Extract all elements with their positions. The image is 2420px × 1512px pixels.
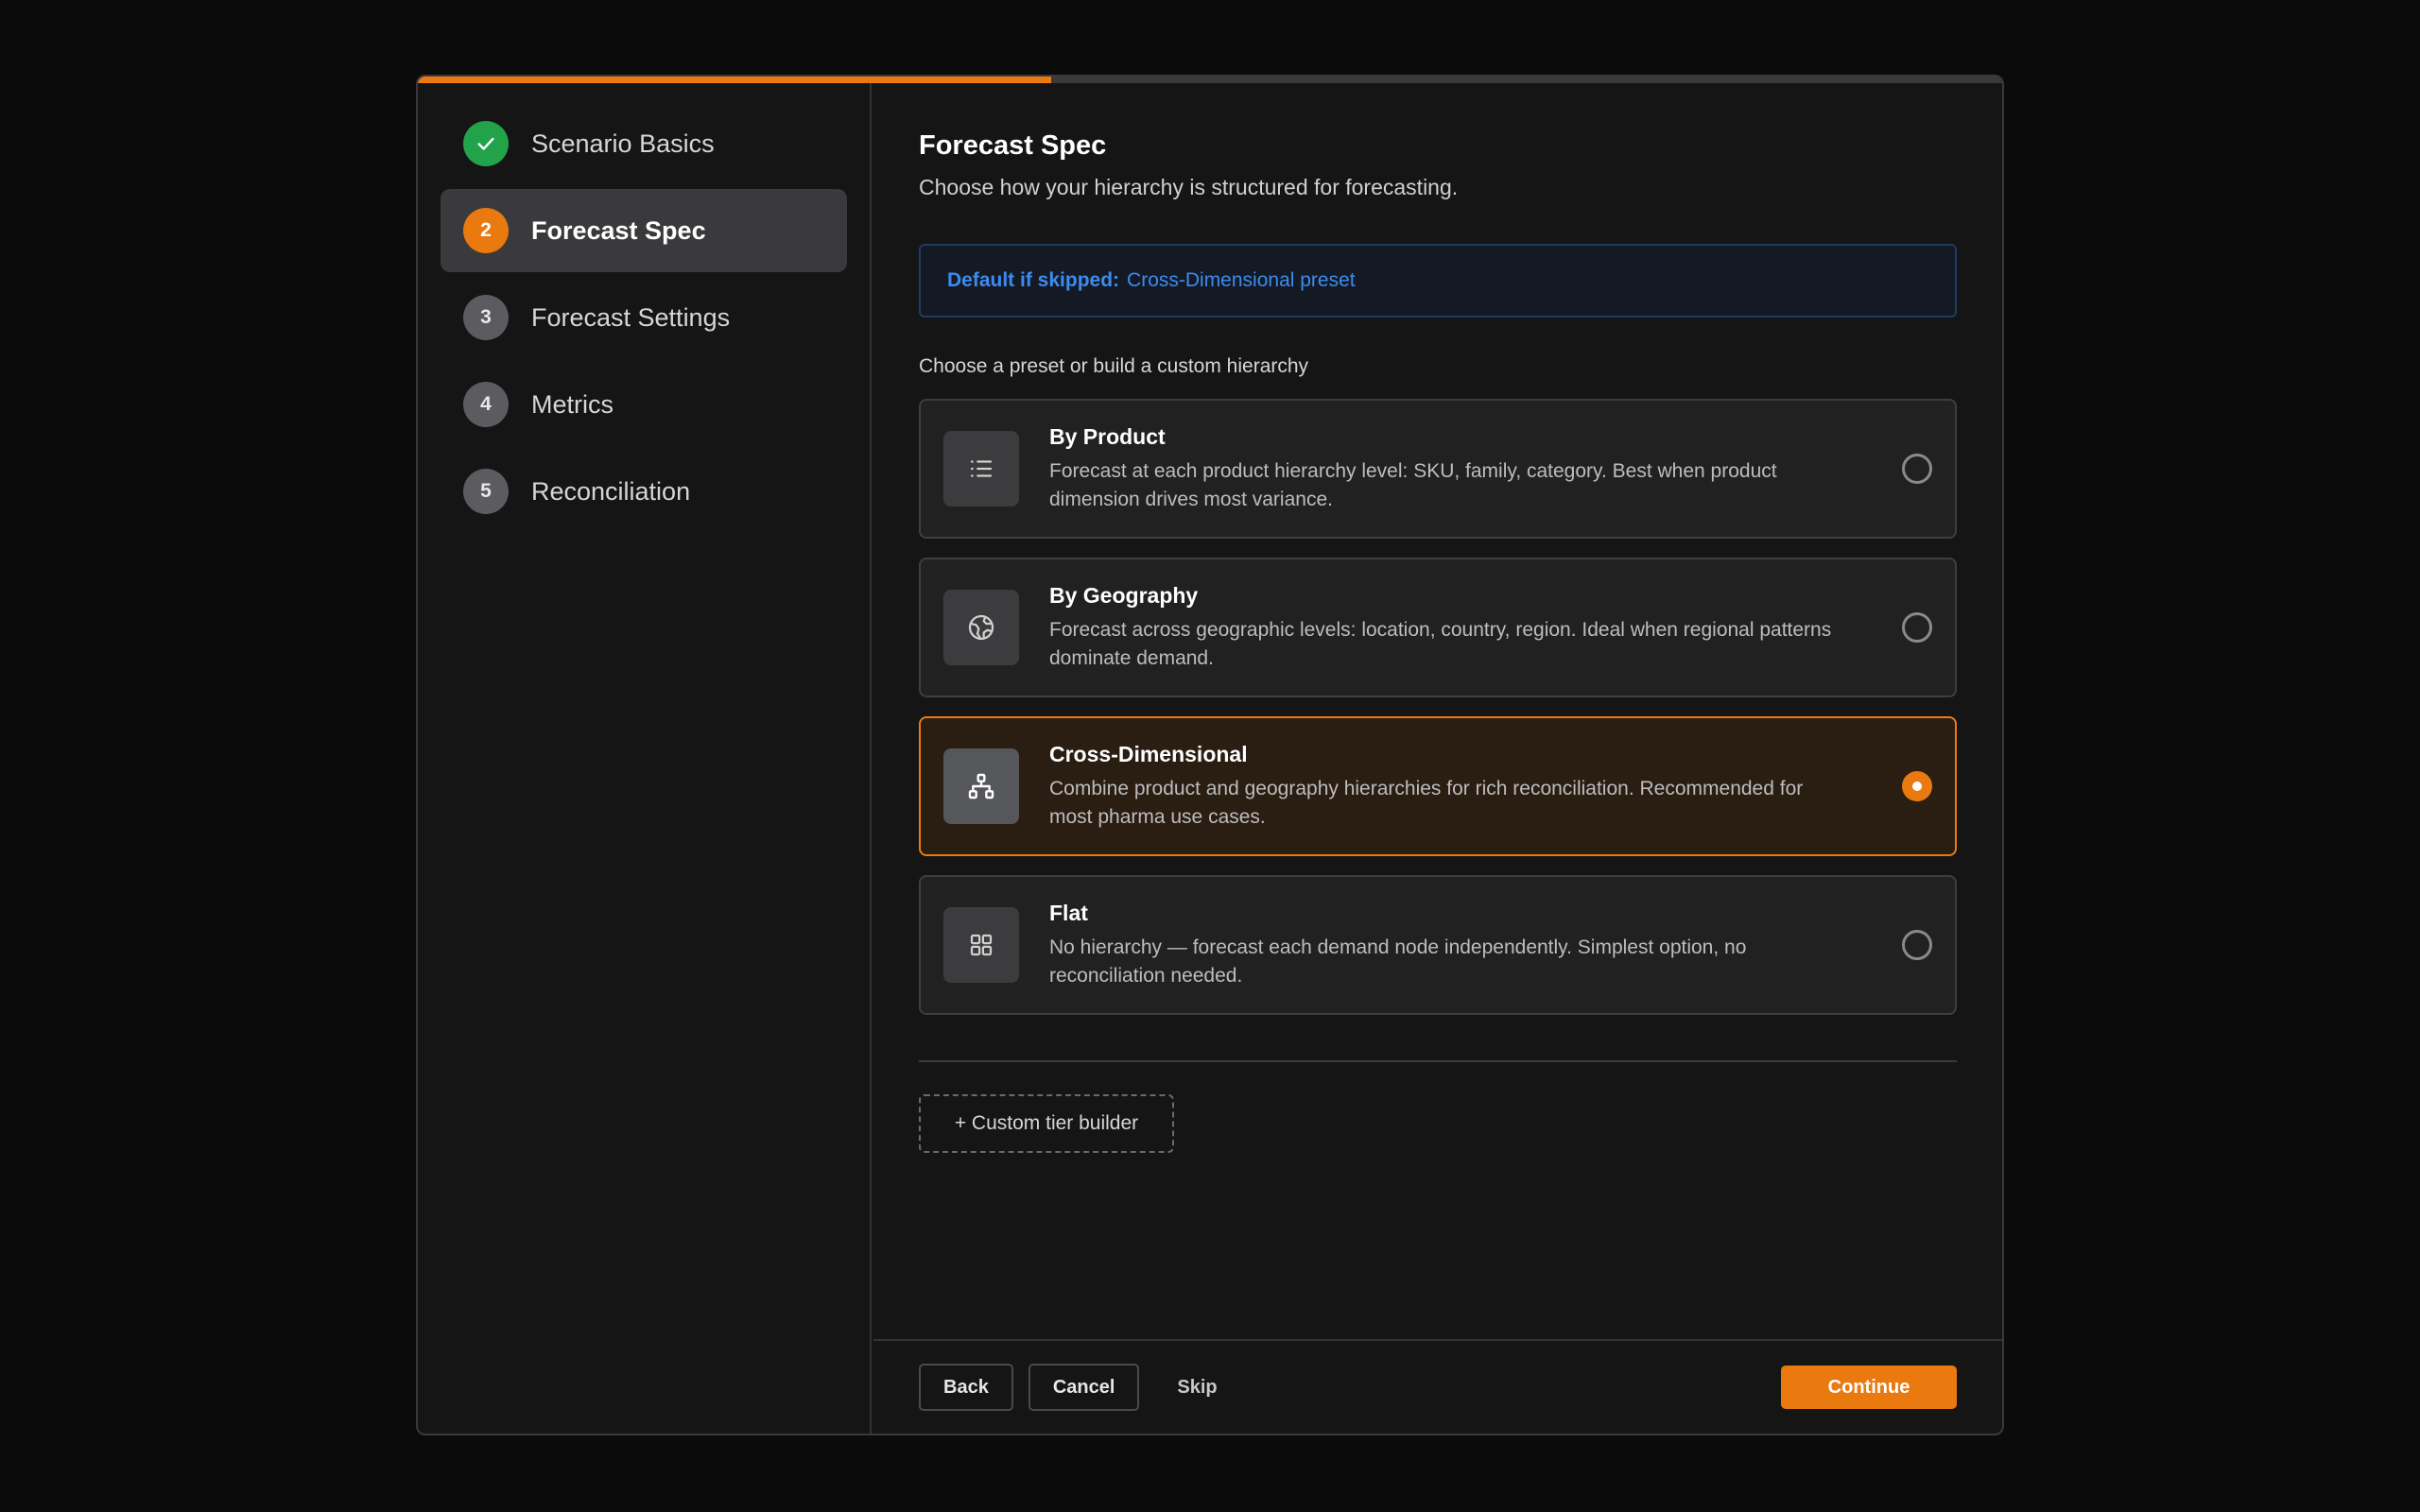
step-label: Metrics: [531, 389, 614, 419]
divider: [919, 1060, 1957, 1062]
option-description: No hierarchy — forecast each demand node…: [1049, 936, 1747, 987]
step-label: Scenario Basics: [531, 129, 715, 158]
step-number-badge: 4: [463, 382, 509, 427]
step-scenario-basics[interactable]: Scenario Basics: [441, 102, 847, 185]
option-radio[interactable]: [1902, 930, 1932, 960]
wizard-modal: Scenario Basics 2 Forecast Spec 3 Foreca…: [416, 75, 2004, 1435]
hierarchy-icon: [943, 748, 1019, 824]
step-label: Reconciliation: [531, 476, 691, 506]
custom-tier-builder-button[interactable]: + Custom tier builder: [919, 1094, 1174, 1153]
section-label: Choose a preset or build a custom hierar…: [919, 355, 1309, 377]
step-forecast-settings[interactable]: 3 Forecast Settings: [441, 276, 847, 359]
step-number-badge: 2: [463, 208, 509, 253]
footer: Back Cancel Skip Continue: [873, 1339, 2002, 1434]
step-number-badge: 5: [463, 469, 509, 514]
continue-button[interactable]: Continue: [1781, 1366, 1957, 1409]
option-radio-checked[interactable]: [1902, 771, 1932, 801]
progress-bar-fill: [418, 77, 1052, 83]
back-button[interactable]: Back: [919, 1364, 1013, 1411]
step-label: Forecast Settings: [531, 302, 731, 332]
page-subtitle: Choose how your hierarchy is structured …: [919, 175, 1459, 199]
main-panel: Forecast Spec Choose how your hierarchy …: [873, 83, 2002, 1434]
option-description: Forecast at each product hierarchy level…: [1049, 459, 1777, 510]
check-icon: [463, 121, 509, 166]
option-radio[interactable]: [1902, 454, 1932, 484]
step-metrics[interactable]: 4 Metrics: [441, 363, 847, 446]
default-notice: Default if skipped: Cross-Dimensional pr…: [919, 244, 1957, 318]
option-title: Cross-Dimensional: [1049, 741, 1248, 766]
option-description: Combine product and geography hierarchie…: [1049, 777, 1804, 828]
cancel-button[interactable]: Cancel: [1028, 1364, 1140, 1411]
globe-icon: [943, 590, 1019, 665]
step-forecast-spec[interactable]: 2 Forecast Spec: [441, 189, 847, 272]
skip-button[interactable]: Skip: [1154, 1364, 1239, 1411]
option-flat[interactable]: Flat No hierarchy — forecast each demand…: [919, 875, 1957, 1015]
step-number-badge: 3: [463, 295, 509, 340]
option-description: Forecast across geographic levels: locat…: [1049, 618, 1832, 669]
option-title: By Product: [1049, 423, 1166, 449]
option-cross-dimensional[interactable]: Cross-Dimensional Combine product and ge…: [919, 716, 1957, 856]
progress-bar: [418, 77, 2002, 83]
option-title: By Geography: [1049, 582, 1199, 608]
list-icon: [943, 431, 1019, 507]
option-by-geography[interactable]: By Geography Forecast across geographic …: [919, 558, 1957, 697]
notice-value: Cross-Dimensional preset: [1127, 269, 1356, 291]
content-area: Forecast Spec Choose how your hierarchy …: [919, 83, 1957, 1153]
steps-sidebar: Scenario Basics 2 Forecast Spec 3 Foreca…: [418, 83, 872, 1434]
option-radio[interactable]: [1902, 612, 1932, 643]
step-label: Forecast Spec: [531, 215, 706, 245]
grid-icon: [943, 907, 1019, 983]
notice-label: Default if skipped:: [947, 269, 1120, 291]
step-reconciliation[interactable]: 5 Reconciliation: [441, 450, 847, 533]
page-title: Forecast Spec: [919, 130, 1107, 161]
option-by-product[interactable]: By Product Forecast at each product hier…: [919, 399, 1957, 539]
option-title: Flat: [1049, 900, 1088, 925]
